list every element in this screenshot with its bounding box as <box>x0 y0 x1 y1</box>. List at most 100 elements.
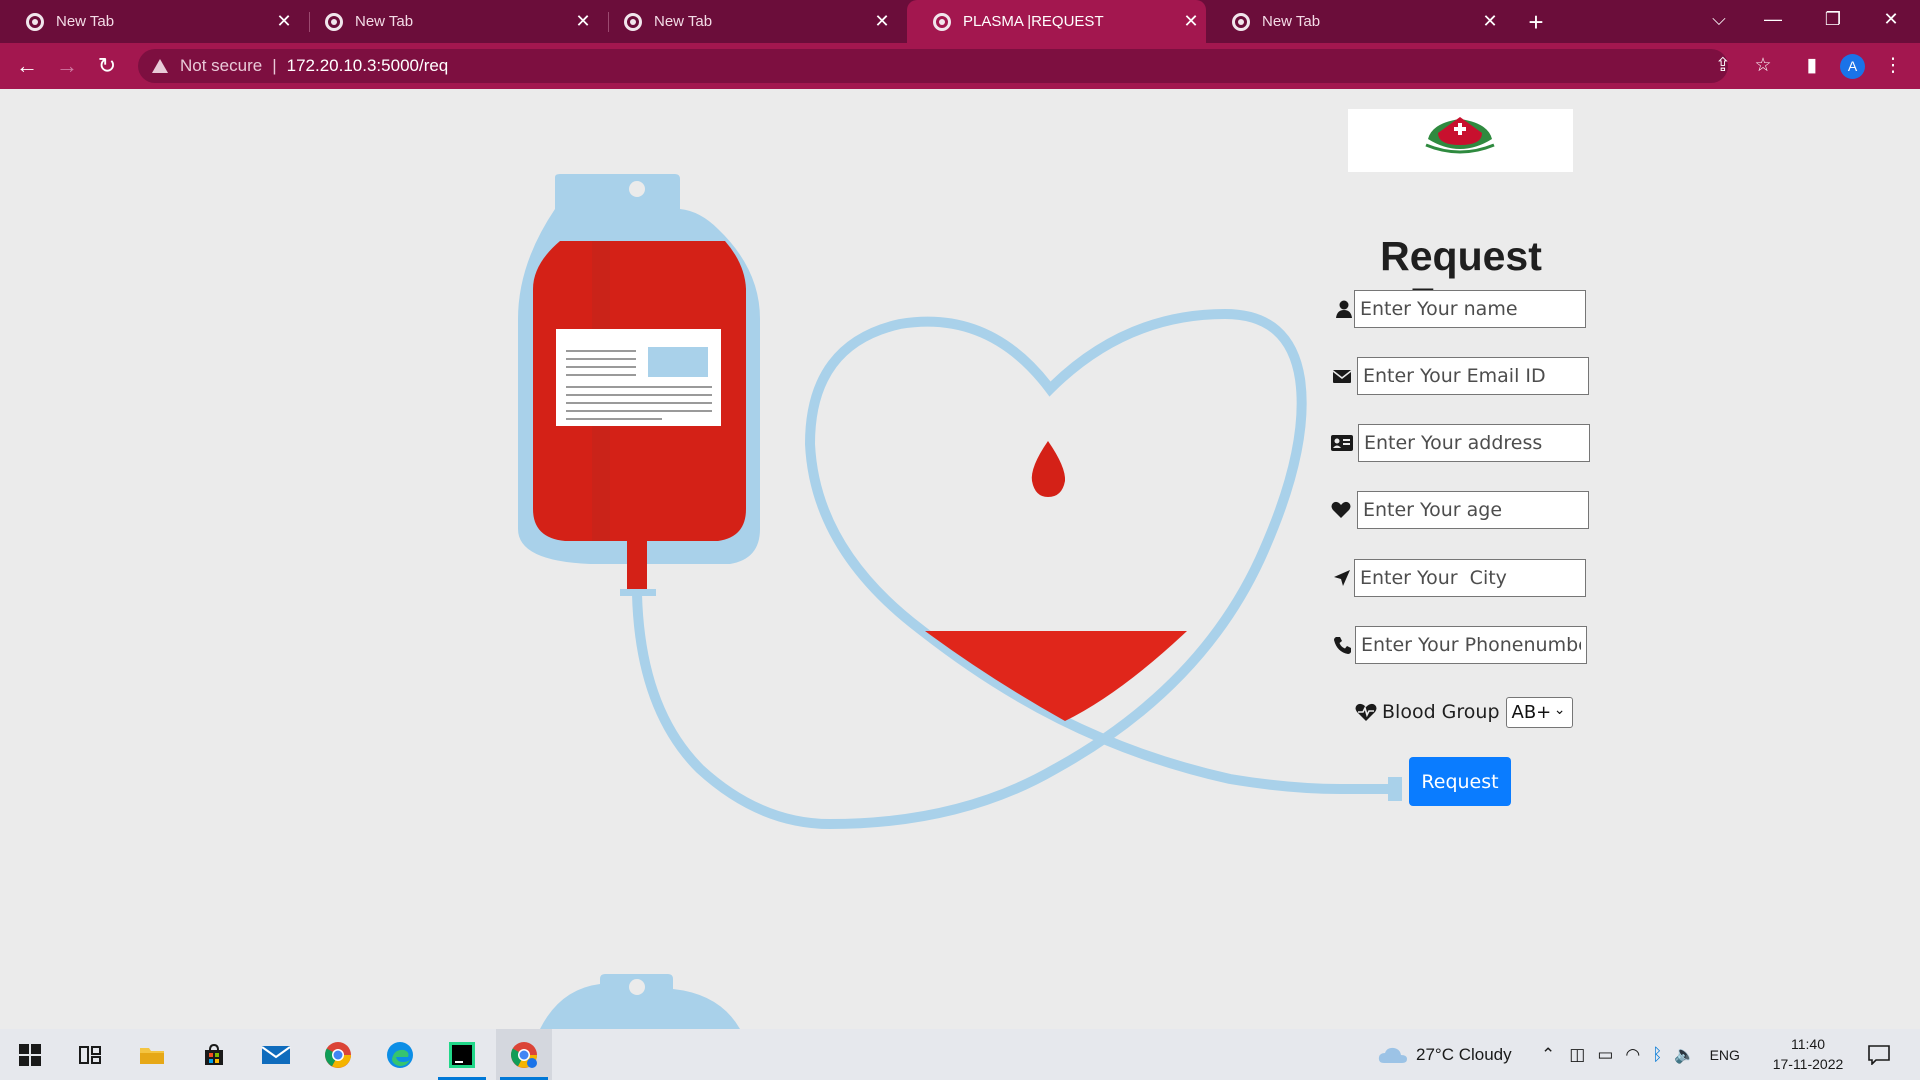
weather-widget[interactable]: 27°C Cloudy <box>1378 1029 1512 1080</box>
omnibox-divider: | <box>272 56 277 75</box>
url-text[interactable]: 172.20.10.3:5000/req <box>287 56 449 76</box>
system-tray: ⌃ ◫ ▭ ◠ ᛒ 🔈 ENG <box>1541 1029 1740 1080</box>
cloud-icon <box>1378 1047 1407 1063</box>
phonenumber-input[interactable] <box>1355 626 1587 664</box>
city-input[interactable] <box>1354 559 1586 597</box>
tab-new-tab-3[interactable]: New Tab ✕ <box>598 0 897 43</box>
mail-button[interactable] <box>248 1029 304 1080</box>
chevron-up-icon[interactable]: ⌃ <box>1541 1045 1555 1065</box>
tab-new-tab-4[interactable]: New Tab ✕ <box>1206 0 1505 43</box>
speaker-icon[interactable]: 🔈 <box>1674 1045 1695 1065</box>
tab-plasma-request[interactable]: PLASMA |REQUEST ✕ <box>907 0 1206 43</box>
weather-text: 27°C Cloudy <box>1416 1044 1512 1064</box>
address-row <box>1328 424 1600 462</box>
meet-now-icon[interactable]: ◫ <box>1569 1045 1585 1065</box>
clock-time: 11:40 <box>1791 1036 1825 1052</box>
restore-button[interactable]: ❐ <box>1810 0 1856 40</box>
pycharm-button[interactable] <box>434 1029 490 1080</box>
edge-button[interactable] <box>372 1029 428 1080</box>
store-bag-icon <box>205 1043 223 1065</box>
edge-icon <box>387 1041 413 1068</box>
chrome-icon <box>1232 12 1250 31</box>
heart-icon <box>1331 501 1351 518</box>
wifi-icon[interactable]: ◠ <box>1625 1045 1640 1065</box>
profile-avatar[interactable]: A <box>1840 54 1865 79</box>
chrome-icon <box>325 1041 351 1068</box>
email-input[interactable] <box>1357 357 1589 395</box>
side-panel-icon[interactable]: ▮ <box>1797 51 1827 81</box>
reload-button[interactable]: ↻ <box>92 51 122 81</box>
address-bar[interactable]: Not secure | 172.20.10.3:5000/req <box>138 49 1728 83</box>
pycharm-icon <box>449 1041 475 1068</box>
bluetooth-icon[interactable]: ᛒ <box>1652 1045 1662 1065</box>
share-icon[interactable]: ⇪ <box>1708 51 1738 81</box>
tab-new-tab-1[interactable]: New Tab ✕ <box>0 0 299 43</box>
user-icon <box>1336 300 1352 318</box>
tab-title: New Tab <box>355 13 414 30</box>
request-button[interactable]: Request <box>1409 757 1511 806</box>
browser-toolbar: ← → ↻ Not secure | 172.20.10.3:5000/req … <box>0 43 1920 89</box>
windows-logo-icon <box>19 1043 41 1066</box>
age-row <box>1330 491 1600 529</box>
chrome-profile-taskbar-button[interactable] <box>496 1029 552 1080</box>
phone-icon <box>1334 637 1351 654</box>
blood-group-row: Blood Group AB+ ⌄ <box>1355 696 1573 728</box>
store-button[interactable] <box>186 1029 242 1080</box>
folder-icon <box>140 1047 164 1064</box>
close-window-button[interactable]: ✕ <box>1868 0 1914 40</box>
menu-kebab-icon[interactable]: ⋮ <box>1878 51 1908 81</box>
tab-search-chevron-icon[interactable]: ⌵ <box>1696 0 1742 40</box>
security-label[interactable]: Not secure <box>180 56 262 76</box>
email-row <box>1330 357 1600 395</box>
close-icon[interactable]: ✕ <box>1475 11 1505 32</box>
start-button[interactable] <box>2 1029 58 1080</box>
bookmark-star-icon[interactable]: ☆ <box>1748 51 1778 81</box>
blood-group-select[interactable]: AB+ ⌄ <box>1505 696 1573 728</box>
blood-donation-illustration <box>518 174 1402 1029</box>
name-row <box>1332 290 1592 328</box>
close-icon[interactable]: ✕ <box>1176 11 1206 32</box>
age-input[interactable] <box>1357 491 1589 529</box>
address-input[interactable] <box>1358 424 1590 462</box>
task-view-icon <box>79 1045 101 1064</box>
language-indicator[interactable]: ENG <box>1710 1047 1740 1063</box>
clock[interactable]: 11:40 17-11-2022 <box>1763 1034 1853 1074</box>
chrome-icon <box>325 12 343 31</box>
mail-icon <box>261 1045 291 1064</box>
back-button[interactable]: ← <box>12 51 42 81</box>
id-card-icon <box>1331 435 1353 451</box>
envelope-icon <box>1332 370 1352 383</box>
close-icon[interactable]: ✕ <box>568 11 598 32</box>
phone-row <box>1332 626 1596 664</box>
chrome-icon <box>511 1041 537 1068</box>
close-icon[interactable]: ✕ <box>867 11 897 32</box>
blood-group-value: AB+ <box>1511 701 1552 723</box>
chrome-taskbar-button[interactable] <box>310 1029 366 1080</box>
chrome-icon <box>26 12 44 31</box>
tab-title: New Tab <box>56 13 115 30</box>
tab-new-tab-2[interactable]: New Tab ✕ <box>299 0 598 43</box>
globe-icon <box>933 12 951 31</box>
windows-taskbar: 27°C Cloudy ⌃ ◫ ▭ ◠ ᛒ 🔈 ENG 11:40 17-11-… <box>0 1029 1920 1080</box>
task-view-button[interactable] <box>62 1029 118 1080</box>
chevron-down-icon: ⌄ <box>1553 701 1566 718</box>
chrome-icon <box>624 12 642 31</box>
tab-strip: New Tab ✕ New Tab ✕ New Tab ✕ PLASMA |RE… <box>0 0 1920 43</box>
tab-title: New Tab <box>654 13 713 30</box>
page-content: Request Form <box>0 89 1920 1029</box>
blood-group-label: Blood Group <box>1382 701 1500 723</box>
blood-logo-image <box>1425 117 1495 154</box>
forward-button[interactable]: → <box>52 51 82 81</box>
notifications-button[interactable] <box>1868 1029 1890 1080</box>
blood-logo <box>1348 109 1573 172</box>
notification-icon <box>1868 1044 1890 1065</box>
name-input[interactable] <box>1354 290 1586 328</box>
new-tab-button[interactable]: + <box>1520 6 1552 38</box>
battery-icon[interactable]: ▭ <box>1597 1045 1613 1065</box>
location-arrow-icon <box>1334 570 1350 586</box>
tab-title: PLASMA |REQUEST <box>963 13 1104 30</box>
file-explorer-button[interactable] <box>124 1029 180 1080</box>
close-icon[interactable]: ✕ <box>269 11 299 32</box>
tab-title: New Tab <box>1262 13 1321 30</box>
minimize-button[interactable]: — <box>1750 0 1796 40</box>
